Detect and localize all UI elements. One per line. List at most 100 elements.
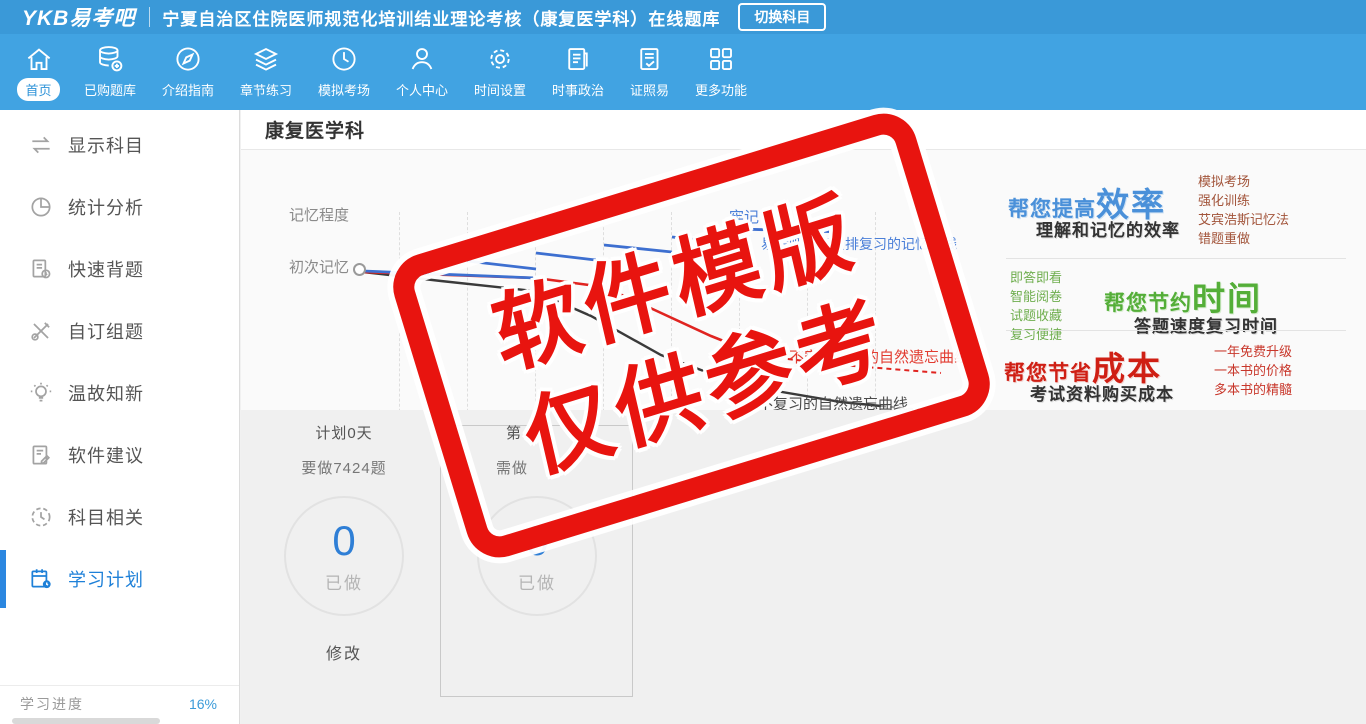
toolbar-item-label: 更多功能 xyxy=(694,83,747,98)
promo-list-item: 试题收藏 xyxy=(1010,308,1063,323)
promo-efficiency-subtitle: 理解和记忆的效率 xyxy=(1036,221,1180,240)
plan-card-today: 第 需做 0 已做 xyxy=(462,422,612,616)
y-axis-label: 记忆程度 xyxy=(289,207,350,224)
sidebar-item-study-plan[interactable]: 学习计划 xyxy=(0,548,239,610)
curve-start-marker xyxy=(353,263,366,276)
certificate-icon xyxy=(639,48,658,70)
app-logo: YKB易考吧 xyxy=(22,7,136,30)
toolbar-item-user-center[interactable]: 个人中心 xyxy=(383,44,461,101)
layers-icon xyxy=(253,47,279,71)
promo-cost-subtitle: 考试资料购买成本 xyxy=(1030,385,1174,404)
compass-icon xyxy=(176,47,200,71)
toolbar-item-intro-guide[interactable]: 介绍指南 xyxy=(149,44,227,101)
sidebar-item-quick-memorize[interactable]: 快速背题 xyxy=(0,238,239,300)
sidebar-item-label: 温故知新 xyxy=(68,384,144,404)
plan-card-total: 计划0天 要做7424题 0 已做 修改 xyxy=(269,422,419,664)
subject-header: 康复医学科 xyxy=(241,110,1366,150)
study-progress: 学习进度 16% xyxy=(0,685,239,724)
toolbar-item-label: 个人中心 xyxy=(395,83,448,98)
sidebar-item-label: 科目相关 xyxy=(68,508,144,528)
sidebar-item-label: 自订组题 xyxy=(68,322,144,342)
today-done-circle: 0 已做 xyxy=(477,496,597,616)
toolbar-item-certificates[interactable]: 证照易 xyxy=(617,44,682,101)
pie-icon xyxy=(31,197,51,217)
main-content: 康复医学科 记忆程度 初次记忆 牢记 易考吧帮您安排复习的记忆曲线 不安排复习的… xyxy=(241,105,1366,724)
promo-list-item: 多本书的精髓 xyxy=(1214,382,1293,397)
sidebar-item-software-feedback[interactable]: 软件建议 xyxy=(0,424,239,486)
plan-done-circle: 0 已做 xyxy=(284,496,404,616)
sidebar-item-label: 显示科目 xyxy=(68,136,144,156)
clock-icon xyxy=(332,47,356,71)
app-window: YKB易考吧 宁夏自治区住院医师规范化培训结业理论考核（康复医学科）在线题库 切… xyxy=(0,0,1366,724)
study-progress-value: 16% xyxy=(188,696,217,712)
natural-forget-curve-label: 不安排复习的自然遗忘曲线 xyxy=(789,349,970,366)
promo-list-item: 错题重做 xyxy=(1198,231,1251,246)
promo-list-item: 一年免费升级 xyxy=(1214,344,1293,359)
toolbar-item-chapter-practice[interactable]: 章节练习 xyxy=(227,44,305,101)
plan-section: 计划0天 要做7424题 0 已做 修改 第 需做 0 已做 xyxy=(241,410,1366,724)
promo-divider xyxy=(1006,330,1346,331)
promo-list-item: 艾宾浩斯记忆法 xyxy=(1198,212,1290,227)
promo-divider xyxy=(1006,258,1346,259)
toolbar-item-home[interactable]: 首页 xyxy=(6,44,71,101)
memory-curve-panel: 记忆程度 初次记忆 牢记 易考吧帮您安排复习的记忆曲线 不安排复习的自然遗忘曲线… xyxy=(241,150,1366,442)
review-curve-label: 易考吧帮您安排复习的记忆曲线 xyxy=(761,236,957,252)
subject-icon xyxy=(31,507,51,527)
promo-cost-list: 一年免费升级 一本书的价格 多本书的精髓 xyxy=(1214,342,1292,399)
gear-icon xyxy=(490,49,510,69)
sidebar: 显示科目 统计分析 快速背题 自订组题 温故知新 软件建议 科目相关 学习计划 xyxy=(0,110,240,724)
toolbar-item-mock-exam[interactable]: 模拟考场 xyxy=(305,44,383,101)
plan-done-label: 已做 xyxy=(325,573,363,593)
news-icon xyxy=(568,48,588,70)
first-memory-label: 初次记忆 xyxy=(289,259,350,276)
sidebar-item-review-old[interactable]: 温故知新 xyxy=(0,362,239,424)
toolbar-item-time-settings[interactable]: 时间设置 xyxy=(461,44,539,101)
switch-subject-button[interactable]: 切换科目 xyxy=(738,3,827,31)
toolbar-item-purchased-banks[interactable]: 已购题库 xyxy=(71,44,149,101)
today-day-label: 第 xyxy=(506,425,523,442)
plan-icon xyxy=(31,569,51,589)
toolbar-item-current-politics[interactable]: 时事政治 xyxy=(539,44,617,101)
promo-time-subtitle: 答题速度复习时间 xyxy=(1134,317,1278,336)
promo-list-item: 一本书的价格 xyxy=(1214,363,1293,378)
memory-curves xyxy=(362,227,942,410)
promo-list-item: 即答即看 xyxy=(1010,270,1063,285)
app-title: 宁夏自治区住院医师规范化培训结业理论考核（康复医学科）在线题库 xyxy=(162,9,721,29)
promo-efficiency-list: 模拟考场 强化训练 艾宾浩斯记忆法 错题重做 xyxy=(1198,172,1289,248)
sidebar-item-label: 软件建议 xyxy=(68,446,144,466)
promo-panel: 帮您提高效率 理解和记忆的效率 模拟考场 强化训练 艾宾浩斯记忆法 错题重做 即… xyxy=(986,150,1366,410)
grid-icon xyxy=(710,48,732,70)
sidebar-item-subject-related[interactable]: 科目相关 xyxy=(0,486,239,548)
sidebar-item-custom-quiz[interactable]: 自订组题 xyxy=(0,300,239,362)
toolbar-item-label: 已购题库 xyxy=(83,83,136,98)
swap-icon xyxy=(32,136,50,154)
study-progress-label: 学习进度 xyxy=(20,696,84,712)
titlebar: YKB易考吧 宁夏自治区住院医师规范化培训结业理论考核（康复医学科）在线题库 切… xyxy=(0,0,1366,34)
promo-list-item: 模拟考场 xyxy=(1198,174,1251,189)
toolbar-item-label: 章节练习 xyxy=(239,83,292,98)
modify-plan-button[interactable]: 修改 xyxy=(326,640,362,664)
sidebar-item-statistics[interactable]: 统计分析 xyxy=(0,176,239,238)
toolbar-item-label: 证照易 xyxy=(629,83,669,98)
study-progress-bar xyxy=(12,718,160,724)
subject-title: 康复医学科 xyxy=(265,121,366,142)
toolbar-item-label: 模拟考场 xyxy=(317,83,370,98)
toolbar-item-label: 时间设置 xyxy=(473,83,526,98)
today-done-label: 已做 xyxy=(518,573,556,593)
toolbar-item-more-features[interactable]: 更多功能 xyxy=(682,44,760,101)
sidebar-item-label: 统计分析 xyxy=(68,198,144,218)
plan-total-label: 要做7424题 xyxy=(301,460,387,477)
home-icon xyxy=(27,48,50,70)
database-icon xyxy=(99,46,123,72)
today-need-label: 需做 xyxy=(496,460,529,477)
promo-list-item: 智能阅卷 xyxy=(1010,289,1063,304)
sidebar-item-label: 快速背题 xyxy=(68,260,144,280)
toolbar-item-label: 介绍指南 xyxy=(161,83,214,98)
tools-icon xyxy=(31,322,50,341)
feedback-icon xyxy=(32,445,51,465)
plan-days-label: 计划0天 xyxy=(315,425,373,442)
promo-time-list: 即答即看 智能阅卷 试题收藏 复习便捷 xyxy=(1010,268,1062,344)
sidebar-item-show-subjects[interactable]: 显示科目 xyxy=(0,114,239,176)
flash-book-icon xyxy=(32,259,51,279)
user-icon xyxy=(411,48,433,70)
